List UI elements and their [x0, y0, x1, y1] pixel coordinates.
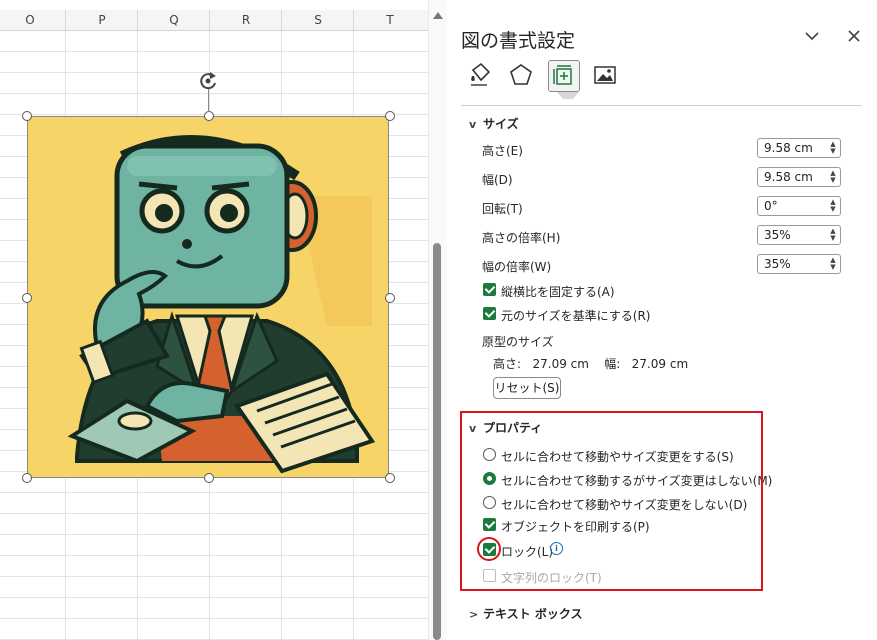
spinner-arrows-icon[interactable]: ▲ ▼ [829, 257, 837, 271]
picture-icon [594, 66, 616, 84]
spinner-arrows-icon[interactable]: ▲ ▼ [829, 170, 837, 184]
close-icon[interactable] [840, 22, 868, 50]
active-tab-pointer [557, 92, 579, 99]
relative-original-checkbox[interactable] [483, 307, 496, 320]
properties-highlight-box [460, 411, 763, 591]
resize-handle-bottom-left[interactable] [22, 473, 32, 483]
scroll-up-arrow-icon[interactable] [433, 12, 443, 19]
effects-icon [510, 64, 532, 85]
spinner-arrows-icon[interactable]: ▲ ▼ [829, 199, 837, 213]
size-section-title: サイズ [483, 117, 519, 131]
resize-handle-left[interactable] [22, 293, 32, 303]
selection-border [27, 116, 389, 478]
lock-aspect-label: 縦横比を固定する(A) [501, 285, 615, 299]
fill-line-icon [471, 62, 491, 86]
height-value: 9.58 cm [764, 141, 813, 155]
pane-title: 図の書式設定 [461, 30, 576, 52]
relative-original-label: 元のサイズを基準にする(R) [501, 309, 651, 323]
scale-height-value: 35% [764, 228, 791, 242]
resize-handle-top-left[interactable] [22, 111, 32, 121]
column-header-p[interactable]: P [65, 10, 138, 30]
tab-divider [461, 105, 862, 106]
tab-picture[interactable] [590, 60, 620, 90]
scale-width-spinner[interactable]: 35% ▲ ▼ [757, 254, 841, 274]
rotate-handle-icon[interactable] [196, 70, 220, 92]
rotation-label: 回転(T) [482, 202, 523, 216]
format-picture-pane: 図の書式設定 v サイズ 高さ(E) 9.58 cm ▲ ▼ 幅(D) 9.58… [447, 0, 877, 640]
rotation-spinner[interactable]: 0° ▲ ▼ [757, 196, 841, 216]
tab-fill-line[interactable] [465, 60, 495, 90]
scale-width-label: 幅の倍率(W) [482, 260, 552, 274]
height-label: 高さ(E) [482, 144, 523, 158]
column-header-s[interactable]: S [281, 10, 354, 30]
resize-handle-bottom-right[interactable] [385, 473, 395, 483]
spinner-arrows-icon[interactable]: ▲ ▼ [829, 141, 837, 155]
lock-aspect-checkbox[interactable] [483, 283, 496, 296]
scale-height-label: 高さの倍率(H) [482, 231, 561, 245]
original-size-label: 原型のサイズ [482, 335, 554, 349]
width-value: 9.58 cm [764, 170, 813, 184]
scale-height-spinner[interactable]: 35% ▲ ▼ [757, 225, 841, 245]
width-label: 幅(D) [482, 173, 513, 187]
column-header-t[interactable]: T [353, 10, 426, 30]
column-header-q[interactable]: Q [137, 10, 210, 30]
resize-handle-top-right[interactable] [385, 111, 395, 121]
resize-handle-right[interactable] [385, 293, 395, 303]
chevron-down-icon[interactable] [798, 22, 826, 50]
tab-size-properties[interactable] [548, 60, 580, 92]
width-spinner[interactable]: 9.58 cm ▲ ▼ [757, 167, 841, 187]
vertical-scrollbar[interactable] [428, 0, 447, 640]
scrollbar-thumb[interactable] [433, 243, 441, 640]
chevron-down-icon: v [469, 118, 477, 131]
reset-button[interactable]: リセット(S) [493, 377, 561, 399]
column-header-r[interactable]: R [209, 10, 282, 30]
textbox-section-header[interactable]: > テキスト ボックス [469, 605, 582, 622]
rotation-value: 0° [764, 199, 778, 213]
scale-width-value: 35% [764, 257, 791, 271]
chevron-right-icon: > [469, 608, 479, 621]
size-section-header[interactable]: v サイズ [469, 115, 519, 132]
tab-effects[interactable] [506, 60, 536, 90]
resize-handle-top[interactable] [204, 111, 214, 121]
height-spinner[interactable]: 9.58 cm ▲ ▼ [757, 138, 841, 158]
column-header-bar: O P Q R S T [0, 10, 428, 31]
textbox-section-title: テキスト ボックス [483, 607, 583, 621]
original-size-values: 高さ: 27.09 cm 幅: 27.09 cm [493, 357, 689, 371]
size-properties-icon [553, 65, 572, 85]
column-header-o[interactable]: O [0, 10, 66, 30]
resize-handle-bottom[interactable] [204, 473, 214, 483]
spinner-arrows-icon[interactable]: ▲ ▼ [829, 228, 837, 242]
